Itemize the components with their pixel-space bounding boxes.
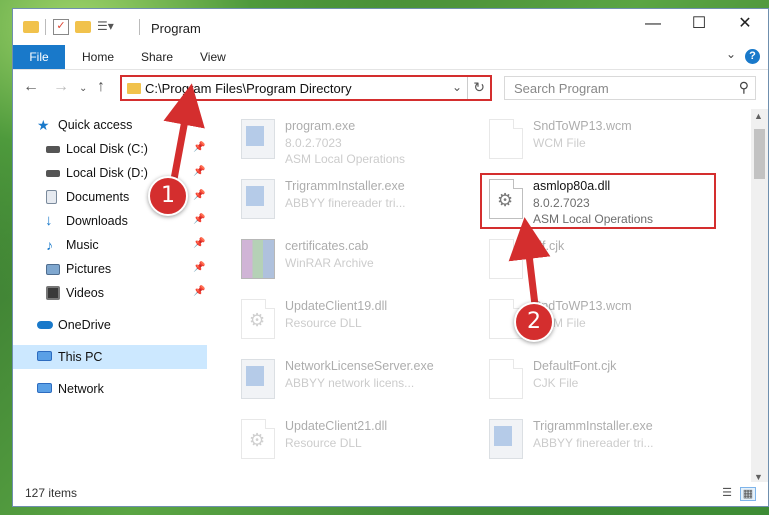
step-badge-1: 1 (148, 176, 188, 216)
step-badge-2: 2 (514, 302, 554, 342)
annotation-arrows (163, 83, 551, 309)
arrow-to-file (508, 217, 551, 309)
